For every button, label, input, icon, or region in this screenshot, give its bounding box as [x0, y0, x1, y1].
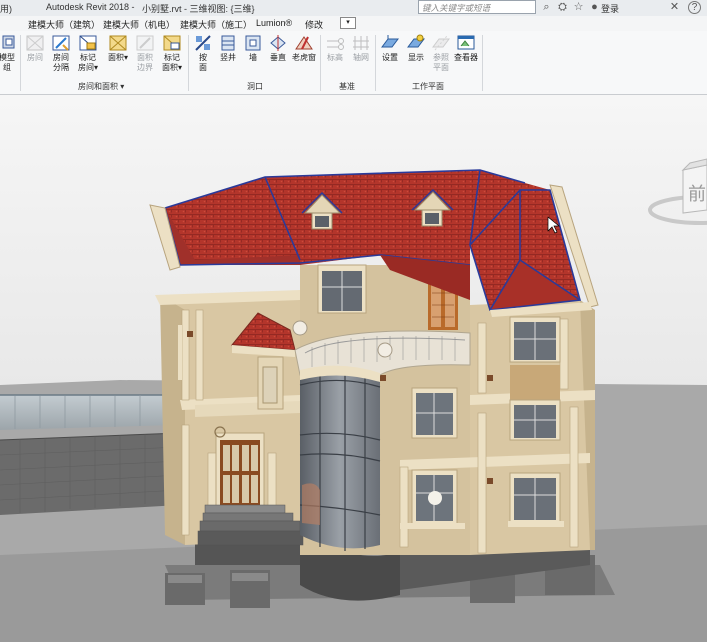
tag-area-label: 标记 面积▾ — [161, 53, 182, 72]
room-button[interactable]: 房间 — [22, 33, 48, 63]
level-button[interactable]: 标高 — [322, 33, 348, 63]
level-label: 标高 — [327, 53, 343, 62]
viewcube-face-label[interactable]: 前 — [688, 184, 706, 205]
grid-icon — [353, 36, 369, 50]
wall-opening-label: 墙 — [249, 53, 257, 62]
ribbon-panel: 模型 组 房间 房间 分隔 标记 房间▾ 面积▾ 面积 边界 标记 面积▾ 房间… — [0, 31, 707, 95]
room-separator-icon — [52, 35, 70, 51]
by-face-label: 按 面 — [199, 53, 207, 72]
set-workplane-label: 设置 — [382, 53, 398, 62]
tab-jianmo-arch[interactable]: 建模大师（建筑） — [28, 18, 100, 31]
exchange-icon[interactable]: ✕ — [668, 1, 681, 14]
shaft-label: 竖井 — [220, 53, 236, 62]
wall-opening-icon — [245, 35, 261, 51]
by-face-icon — [195, 35, 211, 51]
area-boundary-button[interactable]: 面积 边界 — [132, 33, 158, 73]
villa-3d-model[interactable]: 前 — [0, 95, 707, 642]
tag-area-button[interactable]: 标记 面积▾ — [159, 33, 185, 73]
reference-plane-icon — [432, 35, 450, 51]
tab-jianmo-construct[interactable]: 建模大师（施工） — [180, 18, 252, 31]
ribbon-divider — [482, 35, 483, 91]
area-boundary-icon — [136, 35, 154, 51]
panel-title-room-area[interactable]: 房间和面积 ▾ — [78, 81, 124, 92]
sign-in-link[interactable]: 登录 — [601, 2, 619, 15]
shaft-button[interactable]: 竖井 — [215, 33, 241, 63]
room-icon — [26, 35, 44, 51]
favorites-icon[interactable]: ☆ — [572, 1, 585, 14]
room-separator-label: 房间 分隔 — [53, 53, 69, 72]
shaft-icon — [221, 35, 235, 51]
ribbon-divider — [375, 35, 376, 91]
panel-title-opening: 洞口 — [247, 82, 263, 91]
3d-viewport[interactable]: 前 — [0, 95, 707, 642]
level-icon — [327, 38, 344, 50]
tag-room-icon — [79, 35, 97, 51]
tag-room-label: 标记 房间▾ — [77, 53, 98, 72]
vertical-opening-label: 垂直 — [270, 53, 286, 62]
panel-title-datum: 基准 — [339, 82, 355, 91]
user-icon[interactable]: ● — [588, 1, 601, 14]
vertical-opening-button[interactable]: 垂直 — [265, 33, 291, 63]
reference-plane-label: 参照 平面 — [433, 53, 449, 72]
model-group-button[interactable]: 模型 组 — [0, 33, 20, 73]
area-button[interactable]: 面积▾ — [105, 33, 131, 63]
room-separator-button[interactable]: 房间 分隔 — [48, 33, 74, 73]
title-left-text: 用) — [0, 4, 12, 14]
vertical-opening-icon — [270, 35, 286, 51]
viewer-icon — [457, 35, 475, 50]
model-group-icon — [2, 35, 15, 49]
set-workplane-button[interactable]: 设置 — [377, 33, 403, 63]
subscription-icon[interactable]: ⛭ — [556, 1, 569, 14]
binoculars-icon[interactable]: ⌕ — [540, 1, 553, 14]
app-title: Autodesk Revit 2018 - — [46, 2, 135, 12]
ribbon-divider — [320, 35, 321, 91]
dormer-icon — [295, 36, 313, 50]
by-face-button[interactable]: 按 面 — [190, 33, 216, 73]
ribbon-tab-bar: 建模大师（建筑） 建模大师（机电） 建模大师（施工） Lumion® 修改 ▾ — [0, 16, 707, 32]
tag-area-icon — [163, 35, 181, 51]
document-title: 小别墅.rvt - 三维视图: {三维} — [142, 4, 255, 14]
ribbon-divider — [20, 35, 21, 91]
viewer-button[interactable]: 查看器 — [453, 33, 479, 63]
tab-lumion[interactable]: Lumion® — [256, 18, 292, 28]
tab-overflow-icon[interactable]: ▾ — [340, 17, 356, 29]
room-label: 房间 — [27, 53, 43, 62]
tag-room-button[interactable]: 标记 房间▾ — [75, 33, 101, 73]
dormer-opening-label: 老虎窗 — [292, 53, 316, 62]
area-boundary-label: 面积 边界 — [137, 53, 153, 72]
tab-modify[interactable]: 修改 — [305, 18, 323, 31]
show-workplane-label: 显示 — [408, 53, 424, 62]
reference-plane-button[interactable]: 参照 平面 — [428, 33, 454, 73]
area-label: 面积▾ — [107, 53, 128, 62]
show-workplane-icon — [407, 34, 425, 48]
grid-button[interactable]: 轴网 — [348, 33, 374, 63]
model-group-label: 模型 组 — [0, 53, 15, 72]
show-workplane-button[interactable]: 显示 — [403, 33, 429, 63]
set-workplane-icon — [381, 35, 399, 48]
title-bar: 用) Autodesk Revit 2018 - 小别墅.rvt - 三维视图:… — [0, 0, 707, 17]
help-icon[interactable]: ? — [688, 1, 701, 14]
tab-jianmo-mep[interactable]: 建模大师（机电） — [103, 18, 175, 31]
panel-title-work-plane: 工作平面 — [412, 82, 444, 91]
search-input[interactable]: 键入关键字或短语 — [418, 0, 536, 14]
viewer-label: 查看器 — [454, 53, 478, 62]
wall-opening-button[interactable]: 墙 — [240, 33, 266, 63]
dormer-opening-button[interactable]: 老虎窗 — [291, 33, 317, 63]
area-icon — [109, 35, 127, 51]
grid-label: 轴网 — [353, 53, 369, 62]
ribbon-divider — [188, 35, 189, 91]
